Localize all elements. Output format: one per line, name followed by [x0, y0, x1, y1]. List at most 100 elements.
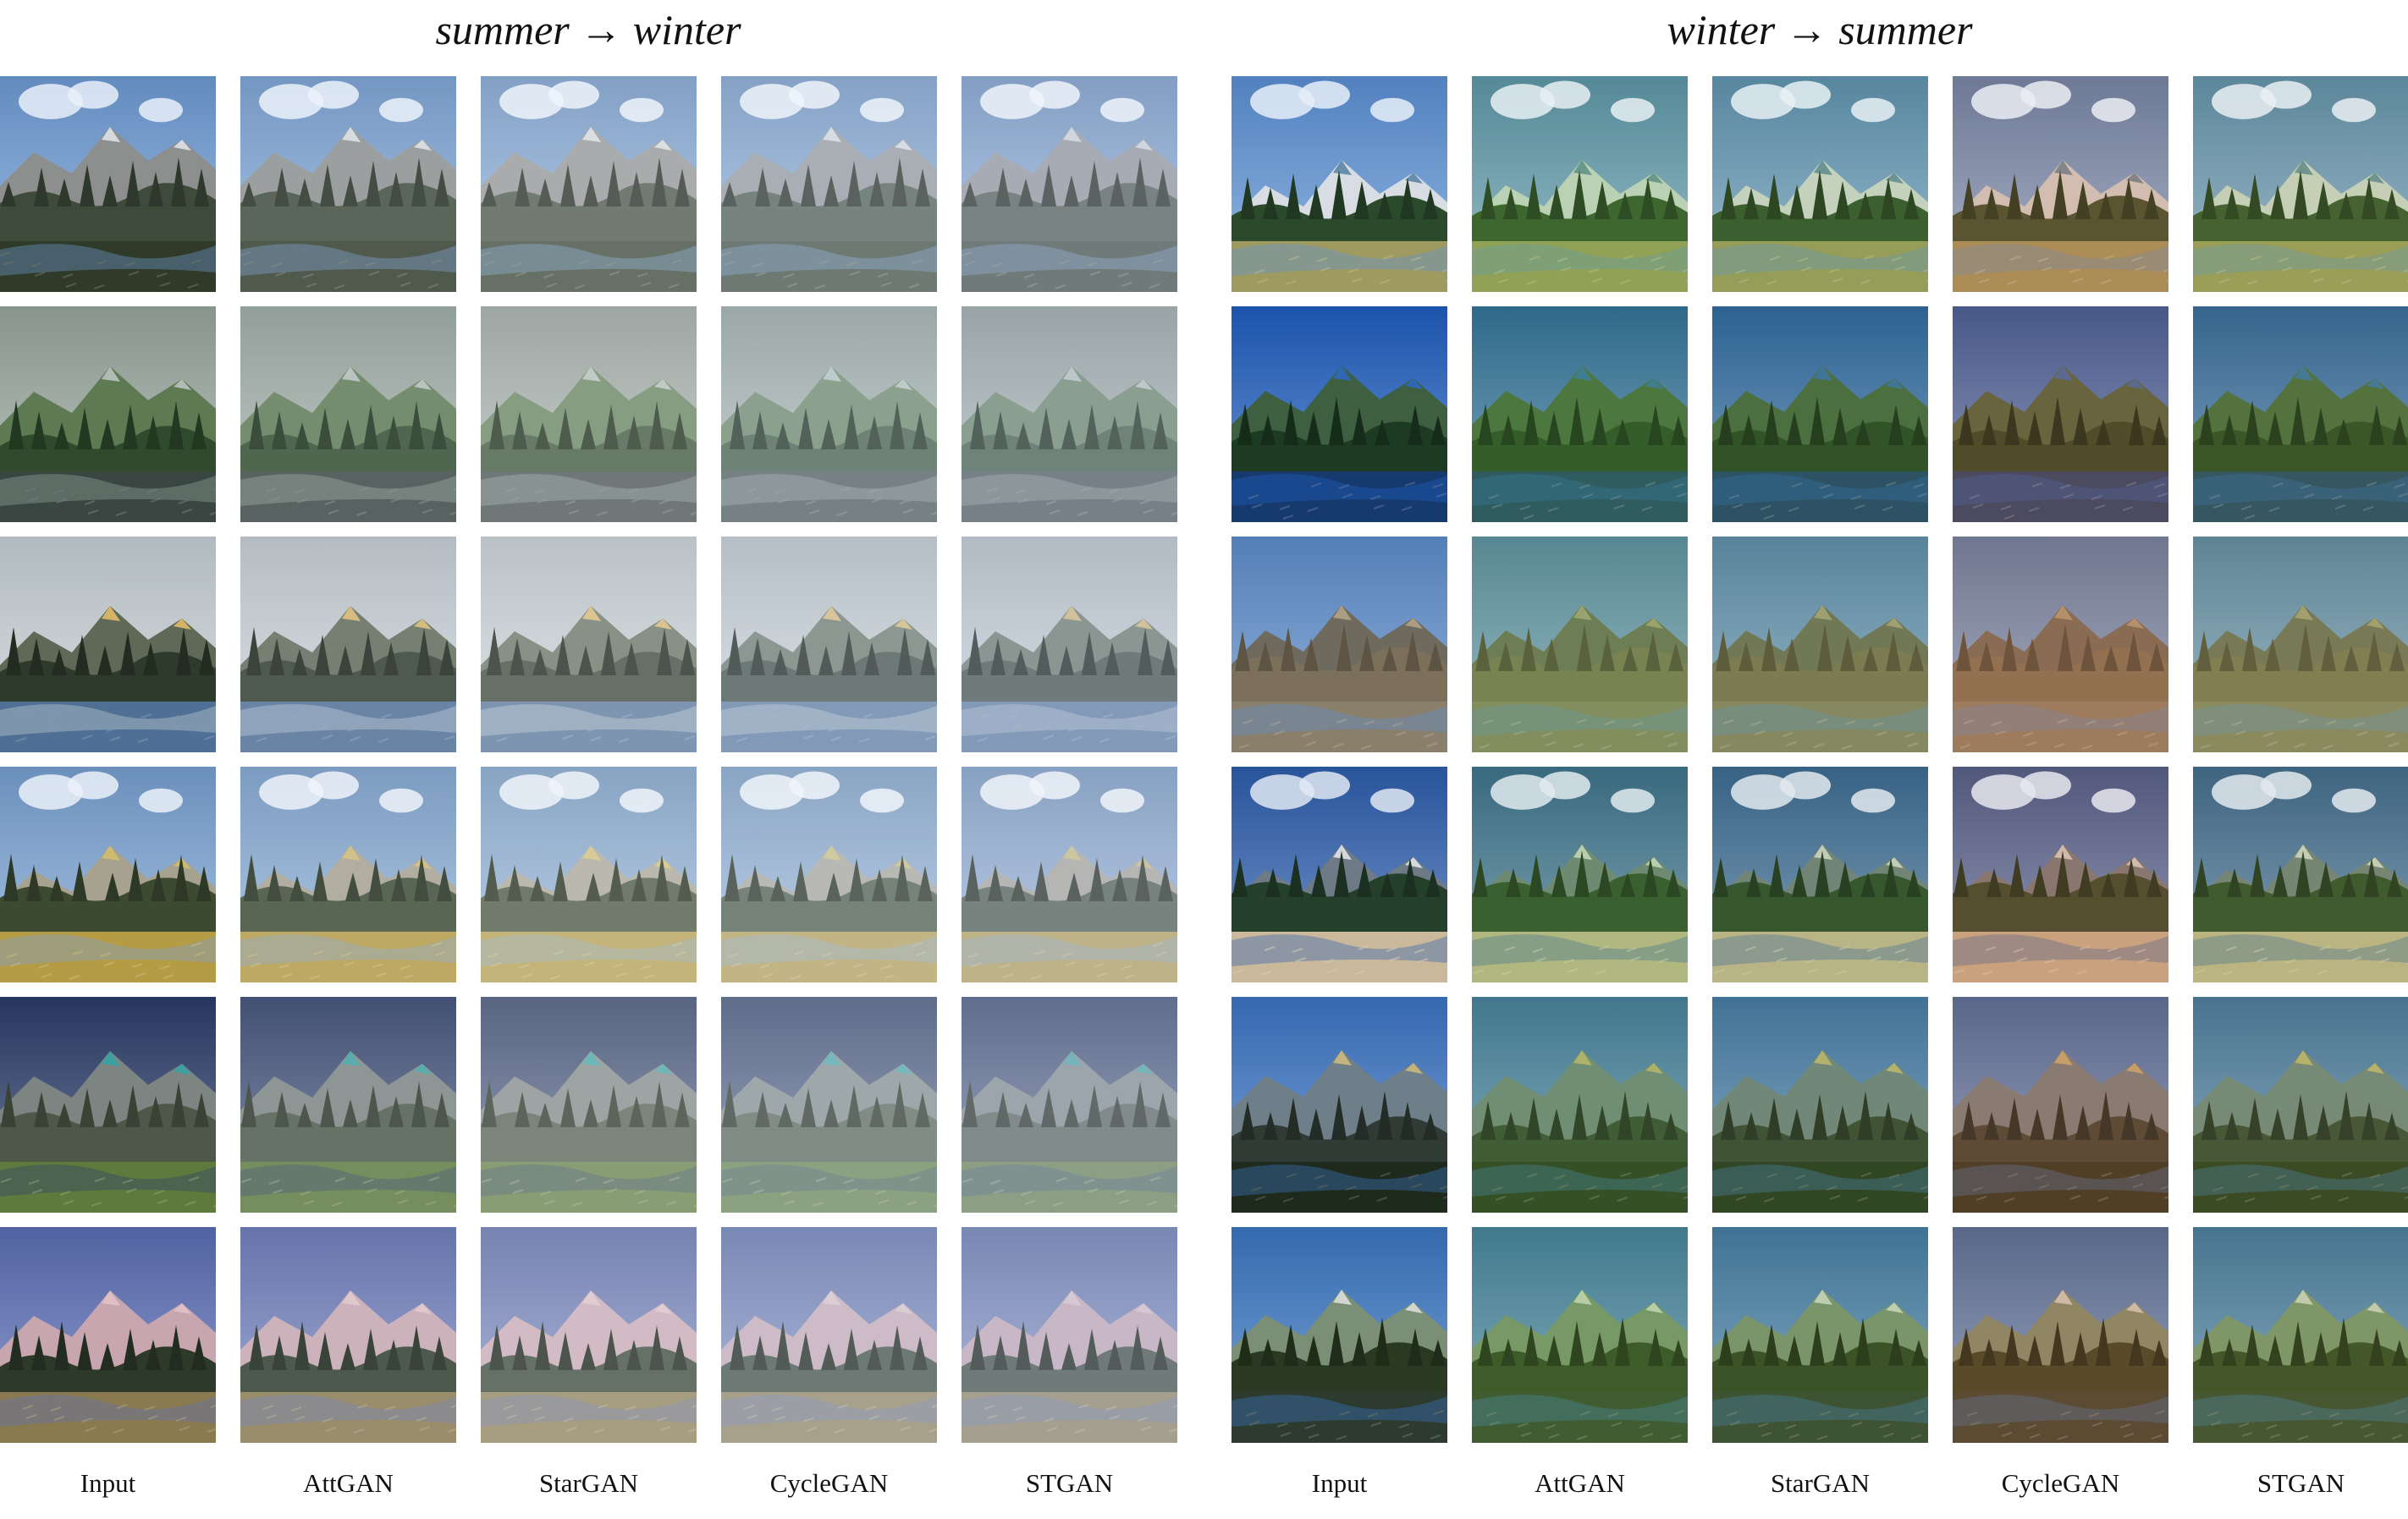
- result-image-attgan-row-5: [1472, 997, 1688, 1213]
- result-image-stargan-row-5: [1712, 997, 1928, 1213]
- result-image-stargan-row-1: [481, 76, 697, 292]
- cloud: [789, 771, 840, 800]
- cloud: [379, 788, 423, 813]
- column-label-stgan: STGAN: [1025, 1468, 1114, 1498]
- result-image-attgan-row-5: [240, 997, 456, 1213]
- result-image-attgan-row-6: [1472, 1227, 1688, 1443]
- cloud: [620, 97, 664, 123]
- scene-thumbnail: [240, 306, 456, 522]
- result-image-input-row-3: [1232, 537, 1447, 752]
- scene-thumbnail: [1712, 1227, 1928, 1443]
- result-image-input-row-4: [1232, 767, 1447, 982]
- scene-thumbnail: [1472, 306, 1688, 522]
- scene-thumbnail: [721, 306, 937, 522]
- scene-thumbnail: [721, 767, 937, 982]
- cloud: [2261, 771, 2312, 800]
- result-image-attgan-row-6: [240, 1227, 456, 1443]
- scene-thumbnail: [2193, 306, 2408, 522]
- cloud: [1780, 80, 1831, 109]
- cloud: [2332, 97, 2376, 123]
- column-label-input: Input: [1311, 1468, 1368, 1498]
- scene-thumbnail: [721, 76, 937, 292]
- result-image-cyclegan-row-1: [721, 76, 937, 292]
- cloud: [308, 80, 359, 109]
- result-image-stgan-row-4: [2193, 767, 2408, 982]
- cloud: [548, 771, 599, 800]
- scene-thumbnail: [0, 997, 216, 1213]
- result-image-input-row-4: [0, 767, 216, 982]
- scene-thumbnail: [0, 767, 216, 982]
- cloud: [620, 788, 664, 813]
- result-image-stgan-row-6: [962, 1227, 1177, 1443]
- scene-thumbnail: [0, 537, 216, 752]
- cloud: [1100, 97, 1144, 123]
- result-image-cyclegan-row-5: [721, 997, 937, 1213]
- result-image-cyclegan-row-5: [1953, 997, 2168, 1213]
- scene-thumbnail: [1712, 537, 1928, 752]
- cloud: [2020, 771, 2071, 800]
- result-image-stargan-row-2: [1712, 306, 1928, 522]
- column-label-stgan: STGAN: [2256, 1468, 2345, 1498]
- scene-thumbnail: [481, 767, 697, 982]
- cloud: [860, 788, 904, 813]
- cloud: [308, 771, 359, 800]
- scene-thumbnail: [1712, 76, 1928, 292]
- result-image-attgan-row-4: [1472, 767, 1688, 982]
- cloud: [1611, 97, 1655, 123]
- group-title-summer-to-winter: summer → winter: [435, 6, 741, 53]
- result-image-stgan-row-5: [962, 997, 1177, 1213]
- result-image-cyclegan-row-2: [721, 306, 937, 522]
- result-image-stargan-row-1: [1712, 76, 1928, 292]
- scene-thumbnail: [1953, 997, 2168, 1213]
- cloud: [789, 80, 840, 109]
- result-image-cyclegan-row-4: [1953, 767, 2168, 982]
- cloud: [1780, 771, 1831, 800]
- cloud: [139, 97, 183, 123]
- cloud: [1100, 788, 1144, 813]
- scene-thumbnail: [240, 767, 456, 982]
- cloud: [139, 788, 183, 813]
- scene-thumbnail: [1472, 1227, 1688, 1443]
- scene-thumbnail: [2193, 767, 2408, 982]
- scene-thumbnail: [1232, 537, 1447, 752]
- cloud: [548, 80, 599, 109]
- result-image-stgan-row-3: [962, 537, 1177, 752]
- result-image-input-row-5: [1232, 997, 1447, 1213]
- scene-thumbnail: [1712, 997, 1928, 1213]
- column-label-input: Input: [80, 1468, 136, 1498]
- cloud: [1299, 771, 1350, 800]
- cloud: [1540, 771, 1590, 800]
- scene-thumbnail: [1232, 306, 1447, 522]
- cloud: [2091, 788, 2135, 813]
- cloud: [860, 97, 904, 123]
- cloud: [2261, 80, 2312, 109]
- result-image-stgan-row-1: [962, 76, 1177, 292]
- scene-thumbnail: [1953, 537, 2168, 752]
- scene-thumbnail: [1953, 1227, 2168, 1443]
- result-image-cyclegan-row-4: [721, 767, 937, 982]
- result-image-cyclegan-row-6: [721, 1227, 937, 1443]
- cloud: [68, 771, 118, 800]
- result-image-stargan-row-2: [481, 306, 697, 522]
- scene-thumbnail: [1232, 76, 1447, 292]
- scene-thumbnail: [240, 1227, 456, 1443]
- result-image-input-row-3: [0, 537, 216, 752]
- scene-thumbnail: [962, 997, 1177, 1213]
- scene-thumbnail: [1232, 997, 1447, 1213]
- result-image-attgan-row-3: [1472, 537, 1688, 752]
- result-image-cyclegan-row-3: [721, 537, 937, 752]
- result-image-stgan-row-4: [962, 767, 1177, 982]
- cloud: [1851, 97, 1895, 123]
- scene-thumbnail: [240, 537, 456, 752]
- column-label-stargan: StarGAN: [538, 1468, 639, 1498]
- cloud: [1611, 788, 1655, 813]
- scene-thumbnail: [962, 76, 1177, 292]
- result-image-input-row-6: [0, 1227, 216, 1443]
- scene-thumbnail: [0, 76, 216, 292]
- result-image-stgan-row-5: [2193, 997, 2408, 1213]
- scene-thumbnail: [2193, 1227, 2408, 1443]
- scene-thumbnail: [721, 997, 937, 1213]
- cloud: [2332, 788, 2376, 813]
- cloud: [1029, 771, 1080, 800]
- scene-thumbnail: [481, 997, 697, 1213]
